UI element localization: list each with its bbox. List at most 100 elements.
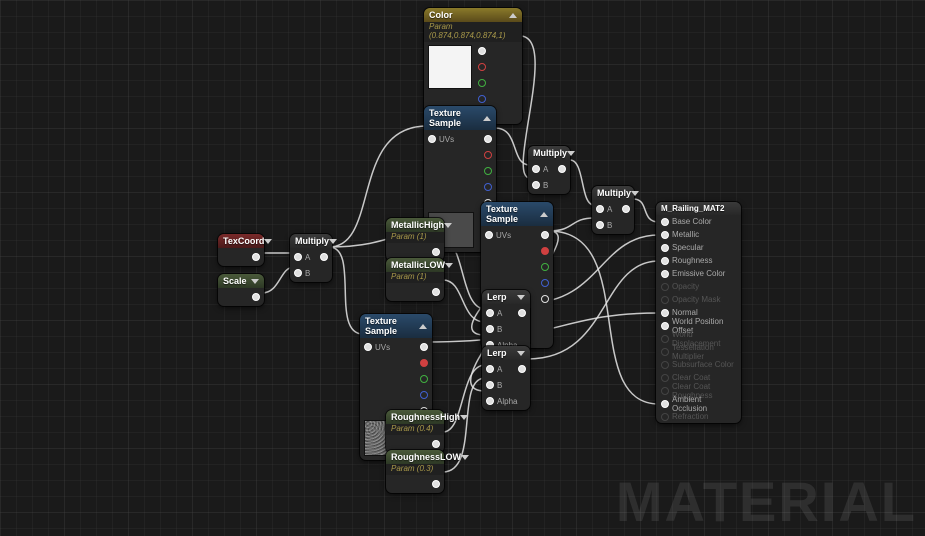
node-multiply-3[interactable]: Multiply A B [592,186,634,234]
input-pin[interactable] [661,218,669,226]
input-pin-b[interactable] [486,325,494,333]
input-pin-a[interactable] [532,165,540,173]
collapse-icon[interactable] [517,351,525,356]
node-texcoord[interactable]: TexCoord [218,234,264,266]
input-pin[interactable] [661,257,669,265]
input-pin-a[interactable] [294,253,302,261]
input-pin-b[interactable] [532,181,540,189]
output-pin-r[interactable] [420,359,428,367]
input-pin-b[interactable] [486,381,494,389]
output-pin-g[interactable] [478,79,486,87]
node-header[interactable]: Multiply [528,146,570,160]
node-metallic-high[interactable]: MetallicHigh Param (1) [386,218,444,261]
input-pin-uvs[interactable] [364,343,372,351]
input-pin[interactable] [661,270,669,278]
result-header[interactable]: M_Railing_MAT2 [656,202,741,215]
output-pin[interactable] [252,253,260,261]
node-header[interactable]: Multiply [592,186,634,200]
collapse-icon[interactable] [251,279,259,284]
input-pin[interactable] [661,244,669,252]
node-header[interactable]: Color [424,8,522,22]
input-pin-uvs[interactable] [485,231,493,239]
output-pin-b[interactable] [541,279,549,287]
collapse-icon[interactable] [567,151,575,156]
collapse-icon[interactable] [461,455,469,460]
output-pin[interactable] [432,440,440,448]
output-pin[interactable] [558,165,566,173]
node-header[interactable]: Texture Sample [360,314,432,338]
node-header[interactable]: TexCoord [218,234,264,248]
output-pin[interactable] [478,47,486,55]
input-pin-a[interactable] [596,205,604,213]
output-pin[interactable] [432,248,440,256]
node-lerp-1[interactable]: Lerp A B Alpha [482,290,530,354]
collapse-icon[interactable] [329,239,337,244]
result-pin-ambient-occlusion[interactable]: Ambient Occlusion [656,397,741,410]
input-pin-b[interactable] [596,221,604,229]
node-roughness-low[interactable]: RoughnessLOW Param (0.3) [386,450,444,493]
output-pin[interactable] [252,293,260,301]
output-pin-b[interactable] [420,391,428,399]
collapse-icon[interactable] [540,212,548,217]
output-pin-g[interactable] [484,167,492,175]
result-pin-specular[interactable]: Specular [656,241,741,254]
input-pin[interactable] [661,400,669,408]
input-pin[interactable] [661,322,669,330]
collapse-icon[interactable] [419,324,427,329]
collapse-icon[interactable] [460,415,468,420]
node-multiply-1[interactable]: Multiply A B [290,234,332,282]
collapse-icon[interactable] [631,191,639,196]
collapse-icon[interactable] [509,13,517,18]
input-pin-a[interactable] [486,365,494,373]
output-pin-r[interactable] [541,247,549,255]
output-pin[interactable] [432,288,440,296]
node-scale[interactable]: Scale [218,274,264,306]
node-lerp-2[interactable]: Lerp A B Alpha [482,346,530,410]
node-header[interactable]: Texture Sample [424,106,496,130]
collapse-icon[interactable] [517,295,525,300]
output-pin[interactable] [518,309,526,317]
input-pin-a[interactable] [486,309,494,317]
output-pin-b[interactable] [478,95,486,103]
node-header[interactable]: MetallicLOW [386,258,444,272]
input-pin-uvs[interactable] [428,135,436,143]
node-header[interactable]: Lerp [482,290,530,304]
collapse-icon[interactable] [483,116,491,121]
output-pin[interactable] [320,253,328,261]
node-header[interactable]: RoughnessLOW [386,450,444,464]
output-pin-rgb[interactable] [541,231,549,239]
node-header[interactable]: MetallicHigh [386,218,444,232]
collapse-icon[interactable] [444,223,452,228]
result-pin-roughness[interactable]: Roughness [656,254,741,267]
node-header[interactable]: Multiply [290,234,332,248]
input-pin[interactable] [661,231,669,239]
output-pin-rgb[interactable] [420,343,428,351]
input-pin[interactable] [661,309,669,317]
result-pin-opacity: Opacity [656,280,741,293]
node-header[interactable]: Lerp [482,346,530,360]
result-pin-metallic[interactable]: Metallic [656,228,741,241]
output-pin-r[interactable] [484,151,492,159]
output-pin[interactable] [622,205,630,213]
node-roughness-high[interactable]: RoughnessHigh Param (0.4) [386,410,444,453]
node-header[interactable]: Texture Sample [481,202,553,226]
output-pin-r[interactable] [478,63,486,71]
output-pin[interactable] [518,365,526,373]
collapse-icon[interactable] [264,239,272,244]
node-header[interactable]: RoughnessHigh [386,410,444,424]
output-pin-a[interactable] [541,295,549,303]
result-pin-emissive-color[interactable]: Emissive Color [656,267,741,280]
output-pin[interactable] [432,480,440,488]
node-multiply-2[interactable]: Multiply A B [528,146,570,194]
node-metallic-low[interactable]: MetallicLOW Param (1) [386,258,444,301]
output-pin-b[interactable] [484,183,492,191]
collapse-icon[interactable] [445,263,453,268]
output-pin-g[interactable] [541,263,549,271]
output-pin-rgb[interactable] [484,135,492,143]
input-pin-alpha[interactable] [486,397,494,405]
result-pin-base-color[interactable]: Base Color [656,215,741,228]
node-header[interactable]: Scale [218,274,264,288]
output-pin-g[interactable] [420,375,428,383]
result-node[interactable]: M_Railing_MAT2 Base ColorMetallicSpecula… [656,202,741,423]
input-pin-b[interactable] [294,269,302,277]
